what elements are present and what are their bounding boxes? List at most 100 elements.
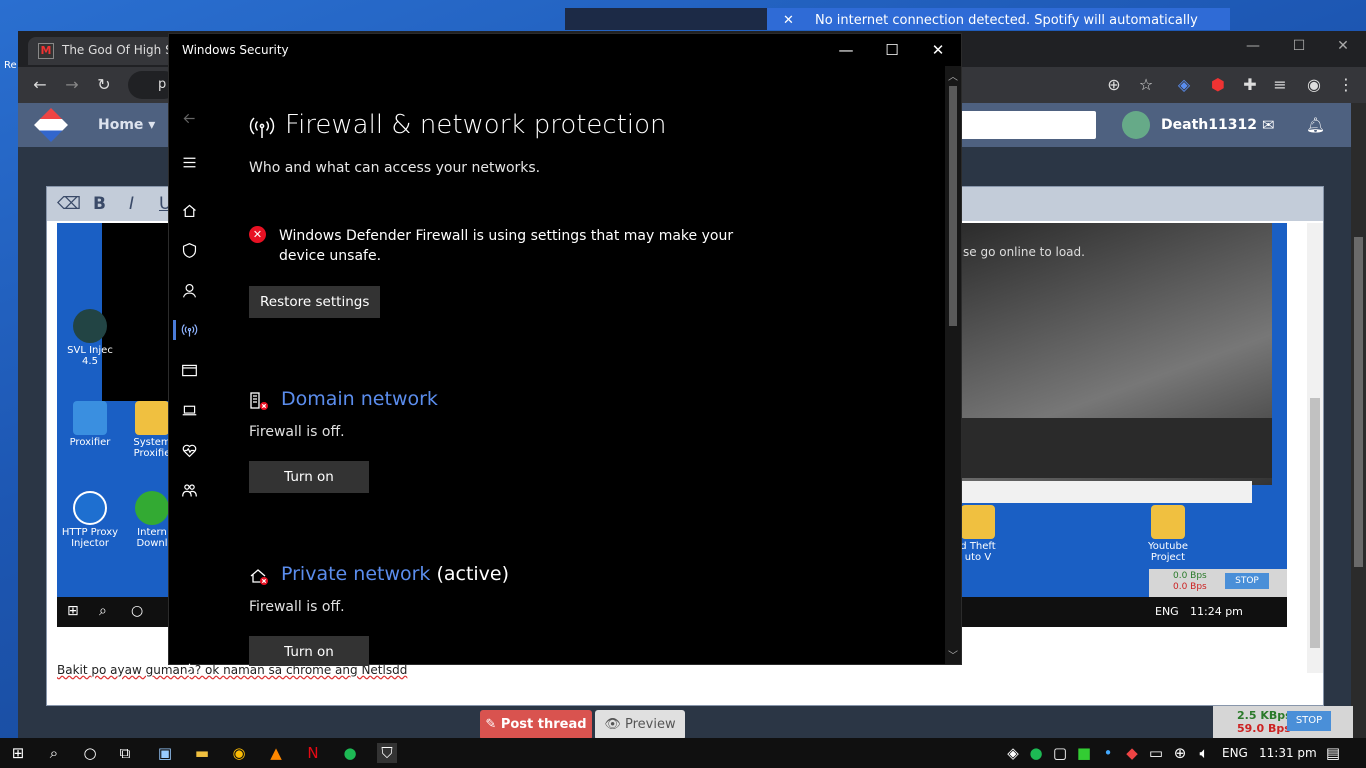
italic-icon[interactable]: I: [129, 194, 134, 214]
scroll-down-icon[interactable]: ﹀: [945, 647, 961, 662]
sidebar-item-account-protection[interactable]: [169, 270, 209, 310]
embed-desktop-icon: SVL Injec 4.5: [57, 309, 123, 367]
back-icon[interactable]: ←: [30, 75, 50, 95]
private-network-link[interactable]: Private network (active): [281, 563, 509, 585]
bookmark-star-icon[interactable]: ☆: [1136, 75, 1156, 95]
sidebar-item-family-options[interactable]: [169, 470, 209, 510]
minimize-icon[interactable]: —: [823, 34, 869, 66]
eraser-icon[interactable]: ⌫: [57, 194, 81, 214]
gear-icon: [182, 663, 196, 677]
embed-desktop-icon: HTTP Proxy Injector: [57, 491, 123, 549]
bell-icon[interactable]: 🔔︎: [1306, 116, 1325, 134]
minimize-icon[interactable]: —: [1230, 31, 1276, 61]
forward-icon[interactable]: →: [62, 75, 82, 95]
page-scrollbar[interactable]: [1351, 103, 1366, 738]
tray-app-icon[interactable]: ▢: [1050, 743, 1070, 763]
tray-app-icon[interactable]: ◆: [1122, 743, 1142, 763]
preview-button[interactable]: 👁︎ Preview: [595, 710, 685, 740]
windows-logo-icon: ⊞: [67, 603, 79, 619]
sidebar-item-virus-protection[interactable]: [169, 230, 209, 270]
extensions-puzzle-icon[interactable]: ✚: [1240, 75, 1260, 95]
restore-settings-button[interactable]: Restore settings: [249, 286, 381, 318]
avatar[interactable]: [1122, 111, 1150, 139]
windows-security-window: Windows Security — ☐ ✕ Firewall & networ…: [168, 33, 962, 677]
spotify-icon[interactable]: ●: [340, 743, 360, 763]
sidebar-item-app-browser-control[interactable]: [169, 350, 209, 390]
sidebar: [169, 66, 209, 677]
inbox-icon[interactable]: ✉: [1262, 116, 1275, 134]
embed-netmon-stop: STOP: [1225, 573, 1269, 589]
nav-home[interactable]: Home ▾: [98, 117, 155, 133]
clock[interactable]: 11:31 pm: [1259, 746, 1317, 760]
domain-turn-on-button[interactable]: Turn on: [249, 461, 369, 493]
scroll-thumb[interactable]: [949, 86, 957, 326]
embed-player-controls: [960, 418, 1272, 478]
tray-app-icon[interactable]: •: [1098, 743, 1118, 763]
close-icon[interactable]: ✕: [1320, 31, 1366, 61]
scroll-up-icon[interactable]: ︿: [945, 68, 961, 83]
netmon-stop-button[interactable]: STOP: [1287, 711, 1331, 731]
tray-app-icon[interactable]: ■: [1074, 743, 1094, 763]
task-view-icon[interactable]: ⧉: [115, 743, 135, 763]
page-subtitle: Who and what can access your networks.: [249, 160, 541, 176]
search-input[interactable]: [960, 111, 1096, 139]
volume-icon[interactable]: 🔈︎: [1194, 743, 1214, 763]
favicon-icon: M: [38, 43, 54, 59]
menu-icon[interactable]: ⋮: [1336, 75, 1356, 95]
extension-icon[interactable]: ◈: [1174, 75, 1194, 95]
maximize-icon[interactable]: ☐: [1276, 31, 1322, 61]
back-icon[interactable]: [169, 98, 209, 138]
domain-network-link[interactable]: Domain network: [281, 388, 444, 410]
netflix-icon[interactable]: N: [303, 743, 323, 763]
spotify-notification[interactable]: ✕ No internet connection detected. Spoti…: [767, 8, 1230, 30]
private-turn-on-button[interactable]: Turn on: [249, 636, 369, 666]
windows-security-icon[interactable]: ⛉: [377, 743, 397, 763]
page-title: Firewall & network protection: [285, 110, 667, 140]
adblock-icon[interactable]: ⬢: [1208, 75, 1228, 95]
person-icon: [182, 283, 196, 297]
tray-app-icon[interactable]: ◈: [1003, 743, 1023, 763]
chrome-icon[interactable]: ◉: [229, 743, 249, 763]
username[interactable]: Death11312: [1161, 117, 1257, 133]
sidebar-item-device-security[interactable]: [169, 390, 209, 430]
network-globe-icon[interactable]: ⊕: [1170, 743, 1190, 763]
home-icon: [182, 204, 196, 217]
sidebar-item-home[interactable]: [169, 190, 209, 230]
embed-lang: ENG: [1155, 605, 1179, 618]
forum-logo[interactable]: [34, 108, 68, 142]
sidebar-item-settings[interactable]: [169, 650, 209, 690]
action-center-icon[interactable]: ▤: [1323, 743, 1343, 763]
sidebar-item-firewall[interactable]: [169, 310, 209, 350]
domain-network-icon: [250, 392, 268, 410]
search-icon: ⌕: [99, 603, 107, 619]
close-icon[interactable]: ✕: [915, 34, 961, 66]
language-indicator[interactable]: ENG: [1222, 746, 1248, 760]
reading-list-icon[interactable]: ≡: [1270, 75, 1290, 95]
embed-desktop-icon: Proxifier: [57, 401, 123, 448]
tray-spotify-icon[interactable]: ●: [1026, 743, 1046, 763]
windows-start-icon[interactable]: ⊞: [8, 743, 28, 763]
browser-tab[interactable]: M The God Of High Sc: [28, 37, 188, 65]
network-monitor: 2.5 KBps 59.0 Bps STOP: [1213, 706, 1353, 738]
cortana-icon[interactable]: ○: [80, 743, 100, 763]
post-thread-button[interactable]: ✎ Post thread: [480, 710, 592, 740]
embed-dialog: [960, 481, 1252, 503]
search-icon[interactable]: ⌕: [44, 743, 64, 763]
error-icon: ✕: [249, 226, 266, 243]
sidebar-item-device-health[interactable]: [169, 430, 209, 470]
maximize-icon[interactable]: ☐: [869, 34, 915, 66]
file-explorer-icon[interactable]: ▬: [192, 743, 212, 763]
profile-avatar-icon[interactable]: ◉: [1304, 75, 1324, 95]
embed-desktop-icon: Youtube Project: [1135, 505, 1201, 563]
content-scrollbar[interactable]: ︿ ﹀: [945, 66, 961, 664]
battery-icon[interactable]: ▭: [1146, 743, 1166, 763]
close-icon[interactable]: ✕: [783, 8, 794, 30]
add-icon[interactable]: ⊕: [1104, 75, 1124, 95]
reload-icon[interactable]: ↻: [94, 75, 114, 95]
editor-scrollbar[interactable]: [1307, 223, 1323, 673]
app-icon[interactable]: ▣: [155, 743, 175, 763]
bold-icon[interactable]: B: [93, 194, 106, 214]
hamburger-menu-icon[interactable]: [169, 142, 209, 182]
cortana-icon: ○: [131, 603, 144, 619]
vlc-icon[interactable]: ▲: [266, 743, 286, 763]
